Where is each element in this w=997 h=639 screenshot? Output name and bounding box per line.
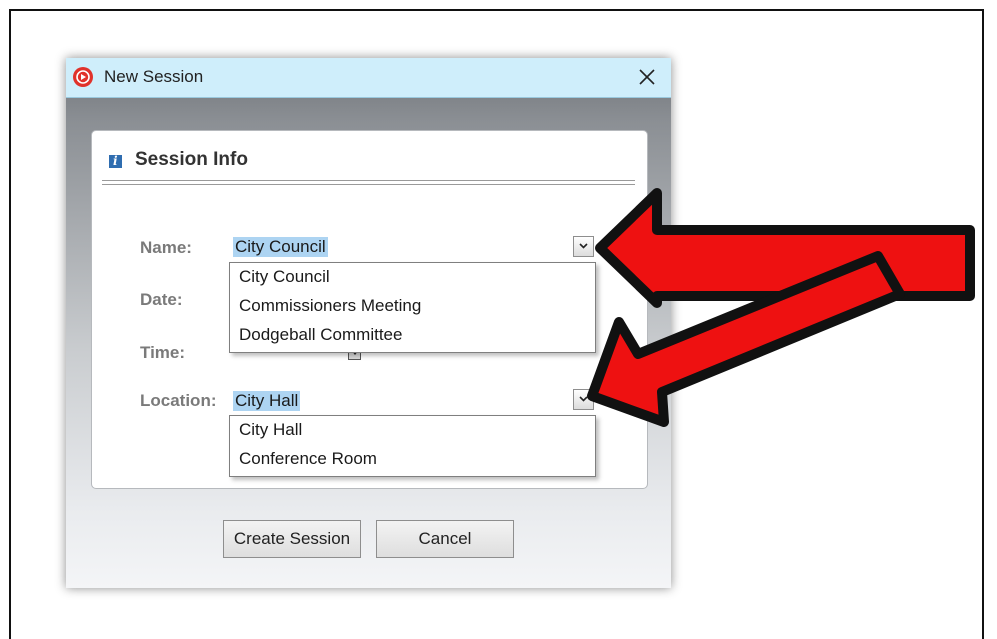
annotation-arrows xyxy=(587,188,975,427)
red-arrow-icon xyxy=(595,188,975,308)
